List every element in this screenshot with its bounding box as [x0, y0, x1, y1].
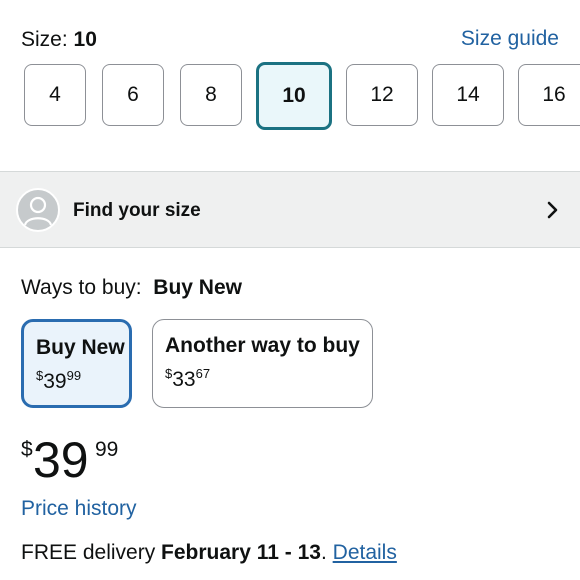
ways-to-buy-selected: Buy New — [153, 276, 242, 299]
size-label: Size: 10 — [21, 28, 97, 51]
size-options: 4 6 8 10 12 14 16 — [24, 62, 580, 130]
find-your-size-row[interactable]: Find your size — [0, 171, 580, 248]
find-your-size-label: Find your size — [73, 200, 201, 221]
size-option-10[interactable]: 10 — [256, 62, 332, 130]
price-history-link[interactable]: Price history — [21, 497, 137, 521]
size-option-16[interactable]: 16 — [518, 64, 580, 126]
size-option-8[interactable]: 8 — [180, 64, 242, 126]
size-option-12[interactable]: 12 — [346, 64, 418, 126]
price-fraction: 99 — [95, 438, 119, 461]
size-option-4[interactable]: 4 — [24, 64, 86, 126]
buy-new-option[interactable]: Buy New $3999 — [21, 319, 132, 408]
size-header: Size: 10 Size guide — [21, 27, 559, 54]
price-currency: $ — [21, 438, 33, 461]
buy-new-price: $3999 — [36, 368, 82, 393]
size-option-14[interactable]: 14 — [432, 64, 504, 126]
buy-new-title: Buy New — [36, 336, 125, 359]
delivery-details-link[interactable]: Details — [333, 541, 397, 564]
size-option-6[interactable]: 6 — [102, 64, 164, 126]
chevron-right-icon — [546, 200, 560, 225]
price-whole: 39 — [33, 432, 89, 488]
selected-size-value: 10 — [73, 28, 97, 51]
delivery-dates: February 11 - 13 — [161, 541, 321, 564]
another-way-to-buy-option[interactable]: Another way to buy $3367 — [152, 319, 373, 408]
ways-to-buy-heading: Ways to buy: Buy New — [21, 276, 242, 299]
size-guide-link[interactable]: Size guide — [461, 27, 559, 51]
another-way-price: $3367 — [165, 366, 211, 391]
user-avatar-icon — [16, 188, 60, 232]
delivery-info: FREE delivery February 11 - 13. Details — [21, 541, 397, 564]
another-way-title: Another way to buy — [165, 334, 360, 357]
